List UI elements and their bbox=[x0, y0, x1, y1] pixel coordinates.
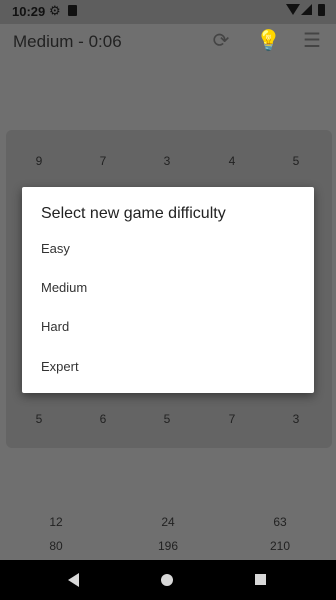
board-cell[interactable]: 7 bbox=[91, 154, 115, 168]
back-icon[interactable] bbox=[68, 573, 79, 587]
board-cell[interactable]: 7 bbox=[220, 412, 244, 426]
board-row-top: 9 7 3 4 5 bbox=[6, 154, 332, 174]
board-cell[interactable]: 3 bbox=[155, 154, 179, 168]
score-value: 80 bbox=[49, 539, 63, 553]
status-time: 10:29 bbox=[12, 4, 46, 19]
score-area: 12 24 63 80 196 210 bbox=[0, 515, 336, 555]
score-value: 24 bbox=[161, 515, 175, 529]
system-nav-bar bbox=[0, 560, 336, 600]
lightbulb-icon[interactable]: 💡 bbox=[256, 30, 281, 52]
difficulty-option-expert[interactable]: Expert bbox=[22, 349, 314, 385]
board-cell[interactable]: 4 bbox=[220, 154, 244, 168]
board-cell[interactable]: 5 bbox=[284, 154, 308, 168]
sim-card-icon bbox=[68, 5, 77, 16]
menu-icon[interactable]: ☰ bbox=[301, 30, 323, 52]
board-row-bottom: 5 6 5 7 3 bbox=[6, 412, 332, 432]
board-cell[interactable]: 3 bbox=[284, 412, 308, 426]
dialog-title: Select new game difficulty bbox=[41, 205, 226, 222]
score-value: 196 bbox=[157, 539, 179, 553]
difficulty-option-easy[interactable]: Easy bbox=[22, 231, 314, 267]
cell-signal-icon bbox=[301, 4, 312, 15]
difficulty-option-hard[interactable]: Hard bbox=[22, 309, 314, 345]
recent-apps-icon[interactable] bbox=[255, 574, 266, 585]
difficulty-option-medium[interactable]: Medium bbox=[22, 270, 314, 306]
board-cell[interactable]: 9 bbox=[27, 154, 51, 168]
status-bar: 10:29 ⚙ bbox=[0, 0, 336, 24]
score-value: 210 bbox=[269, 539, 291, 553]
score-value: 63 bbox=[273, 515, 287, 529]
battery-icon bbox=[318, 4, 325, 16]
home-icon[interactable] bbox=[161, 574, 173, 586]
refresh-icon[interactable]: ⟳ bbox=[210, 30, 232, 52]
difficulty-dialog: Select new game difficulty Easy Medium H… bbox=[22, 187, 314, 393]
score-value: 12 bbox=[49, 515, 63, 529]
app-bar: Medium - 0:06 ⟳ 💡 ☰ bbox=[0, 24, 336, 58]
board-cell[interactable]: 5 bbox=[155, 412, 179, 426]
wifi-icon bbox=[286, 4, 300, 15]
board-cell[interactable]: 5 bbox=[27, 412, 51, 426]
settings-gear-icon: ⚙ bbox=[49, 3, 61, 18]
page-title: Medium - 0:06 bbox=[13, 32, 122, 51]
board-cell[interactable]: 6 bbox=[91, 412, 115, 426]
